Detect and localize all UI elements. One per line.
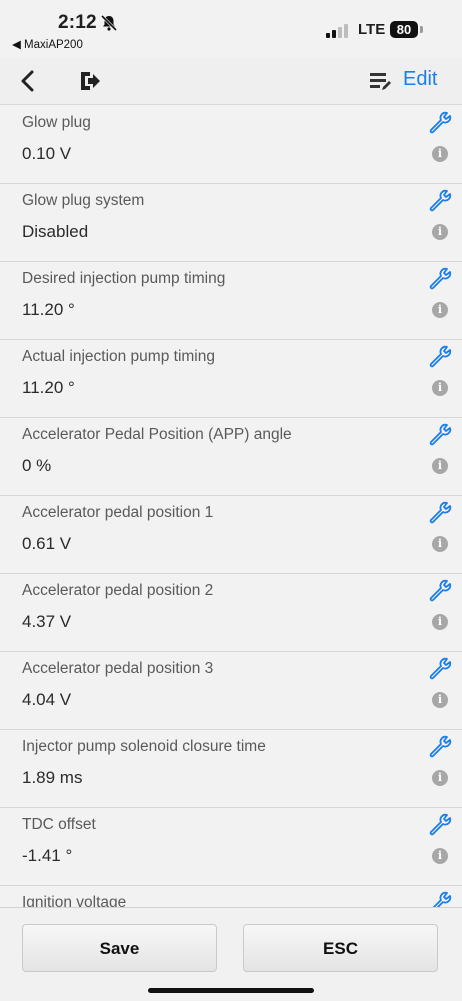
wrench-icon[interactable]	[427, 734, 453, 760]
item-value: 11.20 °	[22, 300, 75, 319]
wrench-icon[interactable]	[427, 110, 453, 136]
item-value: 4.04 V	[22, 690, 72, 709]
item-name: Accelerator Pedal Position (APP) angle	[22, 426, 292, 443]
bottom-bar: Save ESC	[0, 907, 462, 1001]
info-icon[interactable]: i	[432, 146, 448, 162]
bell-muted-icon	[100, 14, 118, 32]
item-value: 0.10 V	[22, 144, 72, 163]
list-item[interactable]: Glow plug 0.10 V i	[0, 105, 462, 184]
list-item[interactable]: Accelerator pedal position 2 4.37 V i	[0, 573, 462, 652]
item-name: Accelerator pedal position 2	[22, 582, 214, 599]
info-icon[interactable]: i	[432, 224, 448, 240]
home-indicator[interactable]	[148, 988, 314, 993]
battery-icon: 80	[390, 21, 424, 39]
list-item[interactable]: Desired injection pump timing 11.20 ° i	[0, 261, 462, 340]
battery-level: 80	[390, 21, 418, 38]
item-name: Glow plug system	[22, 192, 145, 209]
edit-button[interactable]: Edit	[403, 68, 437, 91]
item-value: Disabled	[22, 222, 89, 241]
list-item[interactable]: Accelerator Pedal Position (APP) angle 0…	[0, 417, 462, 496]
item-value: 1.89 ms	[22, 768, 83, 787]
item-name: Desired injection pump timing	[22, 270, 226, 287]
back-arrow-icon[interactable]	[16, 68, 40, 94]
network-type: LTE	[358, 21, 386, 38]
exit-icon[interactable]	[78, 68, 102, 94]
wrench-icon[interactable]	[427, 500, 453, 526]
info-icon[interactable]: i	[432, 848, 448, 864]
item-value: 4.37 V	[22, 612, 72, 631]
record-list-icon[interactable]	[368, 70, 392, 94]
data-stream-list[interactable]: Glow plug 0.10 V i Glow plug system Disa…	[0, 105, 462, 907]
item-name: Injector pump solenoid closure time	[22, 738, 266, 755]
item-name: Actual injection pump timing	[22, 348, 215, 365]
signal-icon	[326, 24, 348, 38]
info-icon[interactable]: i	[432, 536, 448, 552]
item-name: Accelerator pedal position 3	[22, 660, 214, 677]
wrench-icon[interactable]	[427, 344, 453, 370]
item-name: TDC offset	[22, 816, 96, 833]
save-button[interactable]: Save	[22, 924, 217, 972]
item-name: Glow plug	[22, 114, 91, 131]
wrench-icon[interactable]	[427, 890, 453, 907]
item-value: 11.20 °	[22, 378, 75, 397]
wrench-icon[interactable]	[427, 422, 453, 448]
wrench-icon[interactable]	[427, 656, 453, 682]
wrench-icon[interactable]	[427, 578, 453, 604]
list-item[interactable]: Glow plug system Disabled i	[0, 183, 462, 262]
list-item[interactable]: Accelerator pedal position 3 4.04 V i	[0, 651, 462, 730]
list-item[interactable]: Ignition voltage i	[0, 885, 462, 907]
back-to-app-link[interactable]: ◀ MaxiAP200	[12, 37, 83, 51]
item-name: Accelerator pedal position 1	[22, 504, 214, 521]
info-icon[interactable]: i	[432, 302, 448, 318]
status-time: 2:12	[58, 12, 97, 33]
info-icon[interactable]: i	[432, 380, 448, 396]
info-icon[interactable]: i	[432, 770, 448, 786]
list-item[interactable]: Injector pump solenoid closure time 1.89…	[0, 729, 462, 808]
wrench-icon[interactable]	[427, 188, 453, 214]
toolbar: Edit	[0, 58, 462, 105]
list-item[interactable]: TDC offset -1.41 ° i	[0, 807, 462, 886]
item-value: 0.61 V	[22, 534, 72, 553]
wrench-icon[interactable]	[427, 266, 453, 292]
item-value: -1.41 °	[22, 846, 73, 865]
item-value: 0 %	[22, 456, 52, 475]
list-item[interactable]: Actual injection pump timing 11.20 ° i	[0, 339, 462, 418]
info-icon[interactable]: i	[432, 614, 448, 630]
esc-button[interactable]: ESC	[243, 924, 438, 972]
info-icon[interactable]: i	[432, 458, 448, 474]
wrench-icon[interactable]	[427, 812, 453, 838]
item-name: Ignition voltage	[22, 894, 127, 907]
info-icon[interactable]: i	[432, 692, 448, 708]
status-bar: 2:12 ◀ MaxiAP200 LTE 80	[0, 0, 462, 58]
list-item[interactable]: Accelerator pedal position 1 0.61 V i	[0, 495, 462, 574]
